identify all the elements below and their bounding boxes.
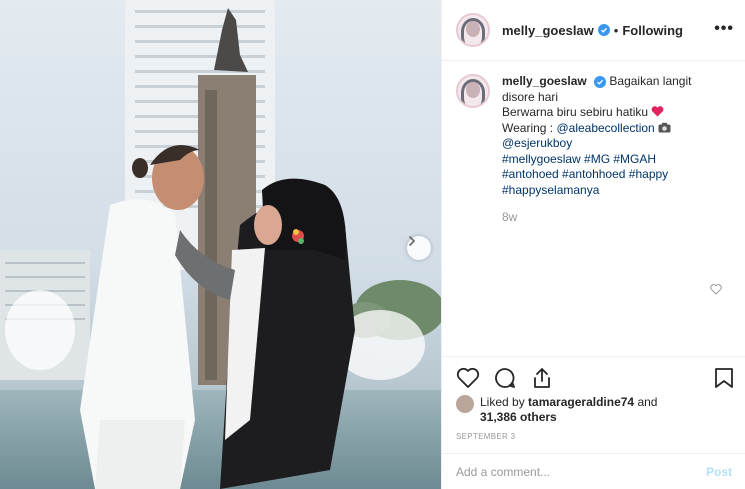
camera-emoji-icon	[658, 122, 671, 132]
heart-icon[interactable]	[456, 367, 480, 389]
bookmark-icon[interactable]	[714, 367, 734, 389]
liker-avatar[interactable]	[456, 395, 474, 413]
hashtag-line[interactable]: #antohoed #antohhoed #happy	[502, 167, 732, 183]
avatar[interactable]	[456, 13, 490, 47]
liked-by-user[interactable]: tamarageraldine74	[528, 395, 634, 409]
verified-badge-icon	[594, 76, 607, 88]
post-actions	[442, 356, 745, 396]
comment-icon[interactable]	[493, 367, 517, 389]
follow-status-button[interactable]: Following	[622, 23, 683, 38]
comment-input[interactable]	[456, 464, 706, 479]
separator-dot: •	[613, 22, 619, 38]
post-sidebar: melly_goeslaw • Following ••• melly_goes…	[441, 0, 745, 489]
post-date[interactable]: SEPTEMBER 3	[456, 432, 515, 441]
verified-badge-icon	[597, 24, 610, 36]
liked-by-and: and	[637, 395, 658, 409]
header-username[interactable]: melly_goeslaw	[502, 23, 594, 38]
post-caption: melly_goeslaw Bagaikan langit disore har…	[456, 74, 738, 226]
share-icon[interactable]	[530, 367, 554, 389]
hashtag-line[interactable]: #mellygoeslaw #MG #MGAH	[502, 152, 732, 168]
mention-link[interactable]: @aleabecollection	[556, 121, 654, 135]
chevron-right-icon	[409, 236, 415, 246]
caption-username[interactable]: melly_goeslaw	[502, 74, 587, 88]
carousel-next-button[interactable]	[407, 236, 431, 260]
mention-link[interactable]: @esjerukboy	[502, 136, 732, 152]
likes-summary: Liked by tamarageraldine74 and 31,386 ot…	[456, 395, 657, 425]
caption-line: Berwarna biru sebiru hatiku	[502, 105, 649, 119]
caption-time-ago[interactable]: 8w	[502, 210, 732, 226]
hashtag-line[interactable]: #happyselamanya	[502, 183, 732, 199]
heart-emoji-icon	[652, 106, 664, 117]
more-horizontal-icon[interactable]: •••	[714, 20, 734, 38]
caption-avatar[interactable]	[456, 74, 490, 108]
post-header: melly_goeslaw • Following •••	[442, 0, 745, 61]
caption-text: melly_goeslaw Bagaikan langit disore har…	[502, 74, 732, 226]
caption-line: Wearing :	[502, 120, 557, 135]
liked-by-prefix: Liked by	[480, 395, 525, 409]
post-photo[interactable]	[0, 0, 441, 489]
caption-line: Bagaikan langit	[609, 74, 692, 88]
photo-scene	[0, 0, 441, 489]
comment-bar: Post	[442, 453, 745, 489]
likes-count[interactable]: 31,386 others	[480, 410, 557, 424]
comment-like-heart-icon[interactable]	[710, 284, 722, 295]
post-comment-button[interactable]: Post	[706, 465, 732, 479]
caption-line: disore hari	[502, 89, 559, 104]
